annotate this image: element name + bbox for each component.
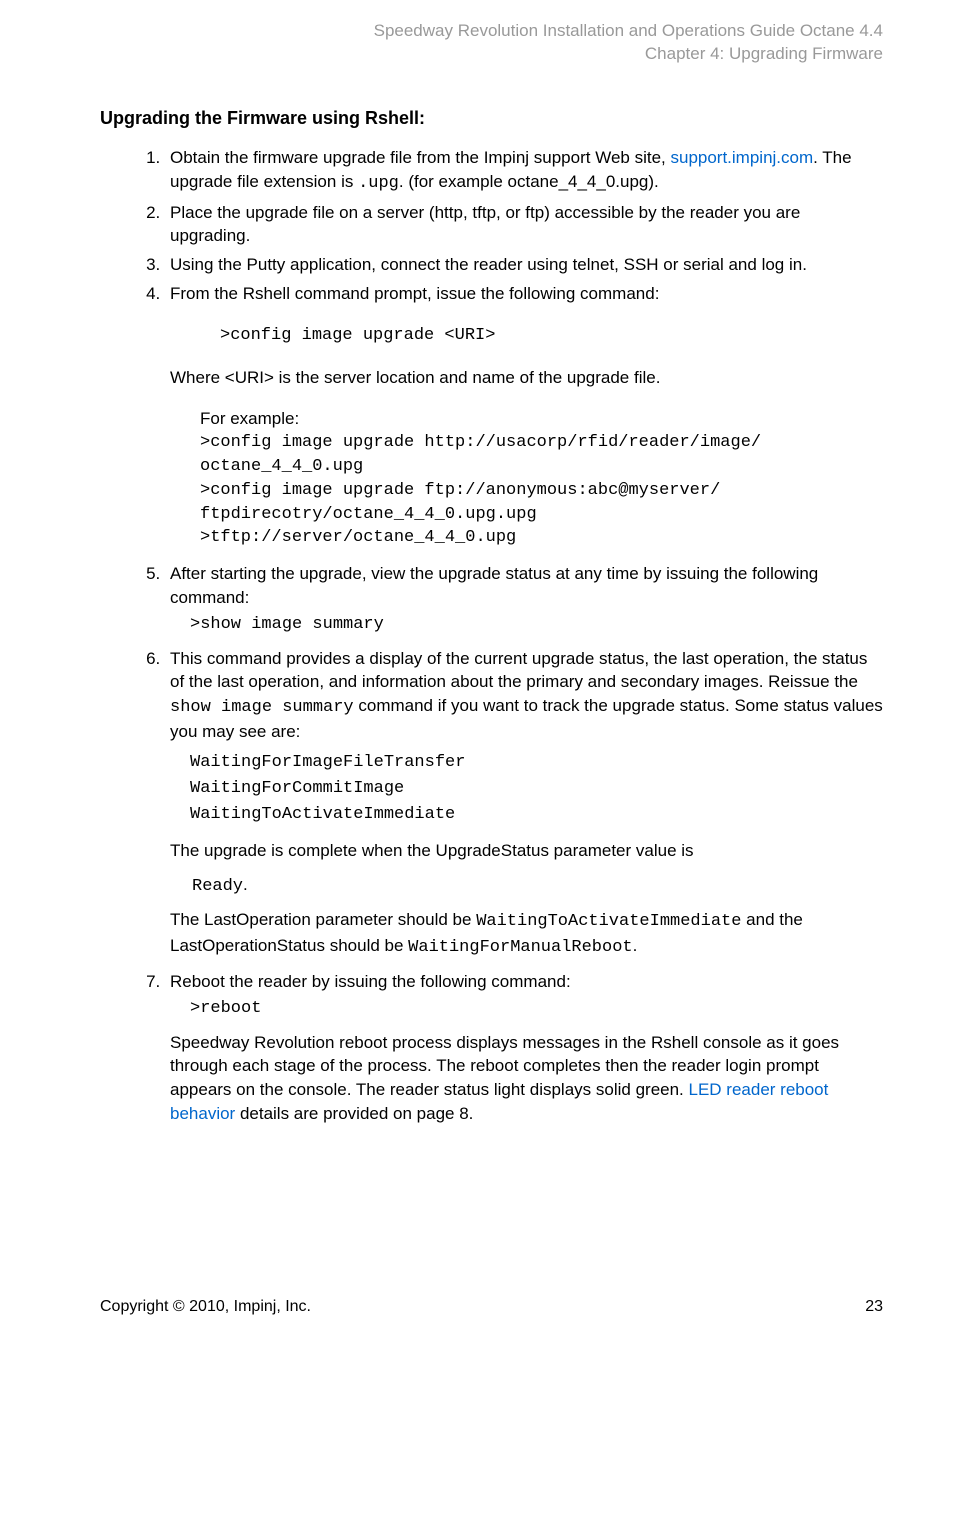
example-block: For example: >config image upgrade http:… [200, 407, 883, 550]
upg-extension: .upg [358, 174, 399, 193]
step-3: Using the Putty application, connect the… [165, 253, 883, 277]
step-4: From the Rshell command prompt, issue th… [165, 282, 883, 550]
show-image-summary-inline: show image summary [170, 698, 354, 717]
where-uri-desc: Where <URI> is the server location and n… [170, 366, 883, 390]
steps-list: Obtain the firmware upgrade file from th… [100, 146, 883, 1126]
example-tftp: >tftp://server/octane_4_4_0.upg [200, 526, 883, 550]
config-upgrade-command: >config image upgrade <URI> [220, 324, 883, 348]
example-http: >config image upgrade http://usacorp/rfi… [200, 431, 883, 479]
reboot-command: >reboot [190, 997, 883, 1021]
step-6: This command provides a display of the c… [165, 647, 883, 960]
last-operation-desc: The LastOperation parameter should be Wa… [170, 908, 883, 960]
step-5: After starting the upgrade, view the upg… [165, 562, 883, 636]
header-line1: Speedway Revolution Installation and Ope… [100, 20, 883, 43]
page-footer: Copyright © 2010, Impinj, Inc. 23 [100, 1296, 883, 1328]
status-waiting-commit: WaitingForCommitImage [190, 776, 883, 802]
step-1: Obtain the firmware upgrade file from th… [165, 146, 883, 196]
status-values: WaitingForImageFileTransfer WaitingForCo… [190, 750, 883, 829]
support-link[interactable]: support.impinj.com [670, 148, 813, 167]
status-waiting-transfer: WaitingForImageFileTransfer [190, 750, 883, 776]
reboot-desc: Speedway Revolution reboot process displ… [170, 1031, 883, 1126]
page-number: 23 [865, 1296, 883, 1318]
page-header: Speedway Revolution Installation and Ope… [100, 20, 883, 66]
example-label: For example: [200, 407, 883, 431]
copyright-text: Copyright © 2010, Impinj, Inc. [100, 1296, 311, 1318]
header-line2: Chapter 4: Upgrading Firmware [100, 43, 883, 66]
section-title: Upgrading the Firmware using Rshell: [100, 106, 883, 131]
step-2: Place the upgrade file on a server (http… [165, 201, 883, 249]
step-7: Reboot the reader by issuing the followi… [165, 970, 883, 1126]
status-waiting-activate: WaitingToActivateImmediate [190, 802, 883, 828]
ready-value: Ready. [192, 873, 883, 899]
upgrade-complete-desc: The upgrade is complete when the Upgrade… [170, 839, 883, 863]
show-summary-command: >show image summary [190, 613, 883, 637]
example-ftp: >config image upgrade ftp://anonymous:ab… [200, 479, 883, 527]
